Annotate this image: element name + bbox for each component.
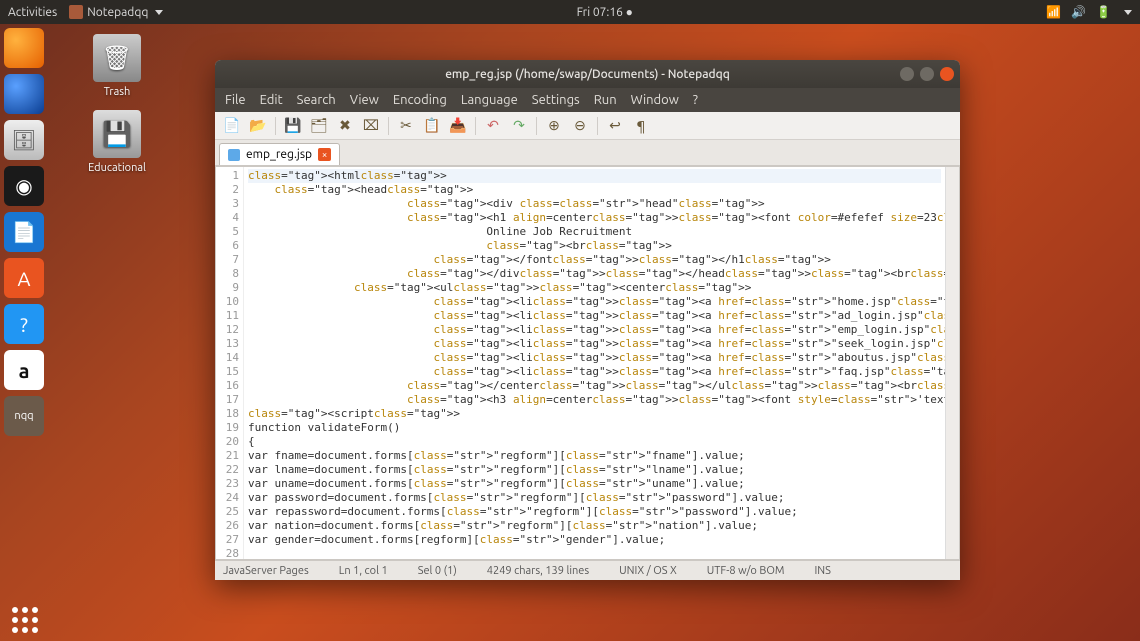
toolbar-cut[interactable]: ✂ [395, 115, 417, 137]
toolbar-separator [475, 117, 476, 135]
toolbar-separator [536, 117, 537, 135]
status-encoding: UTF-8 w/o BOM [707, 565, 785, 577]
app-menu[interactable]: Notepadqq [69, 5, 163, 19]
toolbar-open[interactable]: 📂 [247, 115, 269, 137]
dock-item-writer[interactable]: 📄 [4, 212, 44, 252]
status-position: Ln 1, col 1 [339, 565, 388, 577]
desktop-icon-educational[interactable]: 💾 Educational [82, 110, 152, 174]
menu-settings[interactable]: Settings [532, 93, 580, 107]
tab-label: emp_reg.jsp [246, 148, 312, 161]
toolbar-copy[interactable]: 📋 [421, 115, 443, 137]
code-area[interactable]: class="tag"><htmlclass="tag">> class="ta… [244, 167, 945, 559]
gnome-top-panel: Activities Notepadqq Fri 07:16 ● 📶 🔊 🔋 [0, 0, 1140, 24]
toolbar-new[interactable]: 📄 [221, 115, 243, 137]
toolbar-show-symbols[interactable]: ¶ [630, 115, 652, 137]
window-titlebar[interactable]: emp_reg.jsp (/home/swap/Documents) - Not… [215, 60, 960, 88]
app-menu-label: Notepadqq [87, 6, 148, 19]
status-chars: 4249 chars, 139 lines [487, 565, 589, 577]
tab-bar: emp_reg.jsp × [215, 140, 960, 166]
desktop-icon-label: Trash [82, 86, 152, 98]
status-language: JavaServer Pages [223, 565, 309, 577]
toolbar-undo[interactable]: ↶ [482, 115, 504, 137]
toolbar: 📄 📂 💾 🗂 ✖ ⌧ ✂ 📋 📥 ↶ ↷ ⊕ ⊖ ↩ ¶ [215, 112, 960, 140]
dock-item-amazon[interactable]: a [4, 350, 44, 390]
wifi-icon[interactable]: 📶 [1046, 5, 1061, 19]
toolbar-save-all[interactable]: 🗂 [308, 115, 330, 137]
menu-window[interactable]: Window [631, 93, 679, 107]
vertical-scrollbar[interactable] [945, 167, 959, 559]
status-insert-mode: INS [814, 565, 830, 577]
chevron-down-icon [155, 10, 163, 15]
toolbar-separator [275, 117, 276, 135]
tab-close-button[interactable]: × [318, 148, 331, 161]
toolbar-close-all[interactable]: ⌧ [360, 115, 382, 137]
file-icon [228, 149, 240, 161]
battery-icon[interactable]: 🔋 [1096, 5, 1111, 19]
toolbar-zoom-in[interactable]: ⊕ [543, 115, 565, 137]
window-minimize-button[interactable] [900, 67, 914, 81]
toolbar-save[interactable]: 💾 [282, 115, 304, 137]
menu-bar: File Edit Search View Encoding Language … [215, 88, 960, 112]
desktop-icon-label: Educational [82, 162, 152, 174]
status-selection: Sel 0 (1) [418, 565, 457, 577]
system-menu-chevron-icon[interactable] [1124, 10, 1132, 15]
window-title: emp_reg.jsp (/home/swap/Documents) - Not… [215, 68, 960, 81]
dock-item-thunderbird[interactable] [4, 74, 44, 114]
trash-icon: 🗑 [93, 34, 141, 82]
notepadqq-window: emp_reg.jsp (/home/swap/Documents) - Not… [215, 60, 960, 580]
desktop-icon-trash[interactable]: 🗑 Trash [82, 34, 152, 98]
tab-emp-reg[interactable]: emp_reg.jsp × [219, 143, 340, 165]
menu-search[interactable]: Search [297, 93, 336, 107]
volume-icon[interactable]: 🔊 [1071, 5, 1086, 19]
dock-item-files[interactable]: 🗄 [4, 120, 44, 160]
window-maximize-button[interactable] [920, 67, 934, 81]
line-number-gutter: 1234567891011121314151617181920212223242… [216, 167, 244, 559]
dock-item-firefox[interactable] [4, 28, 44, 68]
toolbar-close[interactable]: ✖ [334, 115, 356, 137]
dock-item-help[interactable]: ? [4, 304, 44, 344]
menu-file[interactable]: File [225, 93, 246, 107]
dock-item-software[interactable]: A [4, 258, 44, 298]
drive-icon: 💾 [93, 110, 141, 158]
toolbar-separator [597, 117, 598, 135]
status-eol: UNIX / OS X [619, 565, 677, 577]
editor[interactable]: 1234567891011121314151617181920212223242… [215, 166, 960, 560]
menu-run[interactable]: Run [594, 93, 617, 107]
status-bar: JavaServer Pages Ln 1, col 1 Sel 0 (1) 4… [215, 560, 960, 580]
menu-help[interactable]: ? [693, 93, 698, 107]
clock[interactable]: Fri 07:16 ● [163, 5, 1046, 19]
dock-item-rhythmbox[interactable]: ◉ [4, 166, 44, 206]
toolbar-separator [388, 117, 389, 135]
toolbar-zoom-out[interactable]: ⊖ [569, 115, 591, 137]
app-menu-icon [69, 5, 83, 19]
menu-language[interactable]: Language [461, 93, 518, 107]
menu-edit[interactable]: Edit [260, 93, 283, 107]
menu-view[interactable]: View [350, 93, 379, 107]
toolbar-paste[interactable]: 📥 [447, 115, 469, 137]
activities-button[interactable]: Activities [8, 6, 57, 19]
dock: 🗄 ◉ 📄 A ? a nqq [0, 24, 48, 641]
window-close-button[interactable] [940, 67, 954, 81]
toolbar-wordwrap[interactable]: ↩ [604, 115, 626, 137]
dock-show-apps[interactable] [12, 607, 38, 633]
menu-encoding[interactable]: Encoding [393, 93, 447, 107]
toolbar-redo[interactable]: ↷ [508, 115, 530, 137]
dock-item-notepadqq[interactable]: nqq [4, 396, 44, 436]
